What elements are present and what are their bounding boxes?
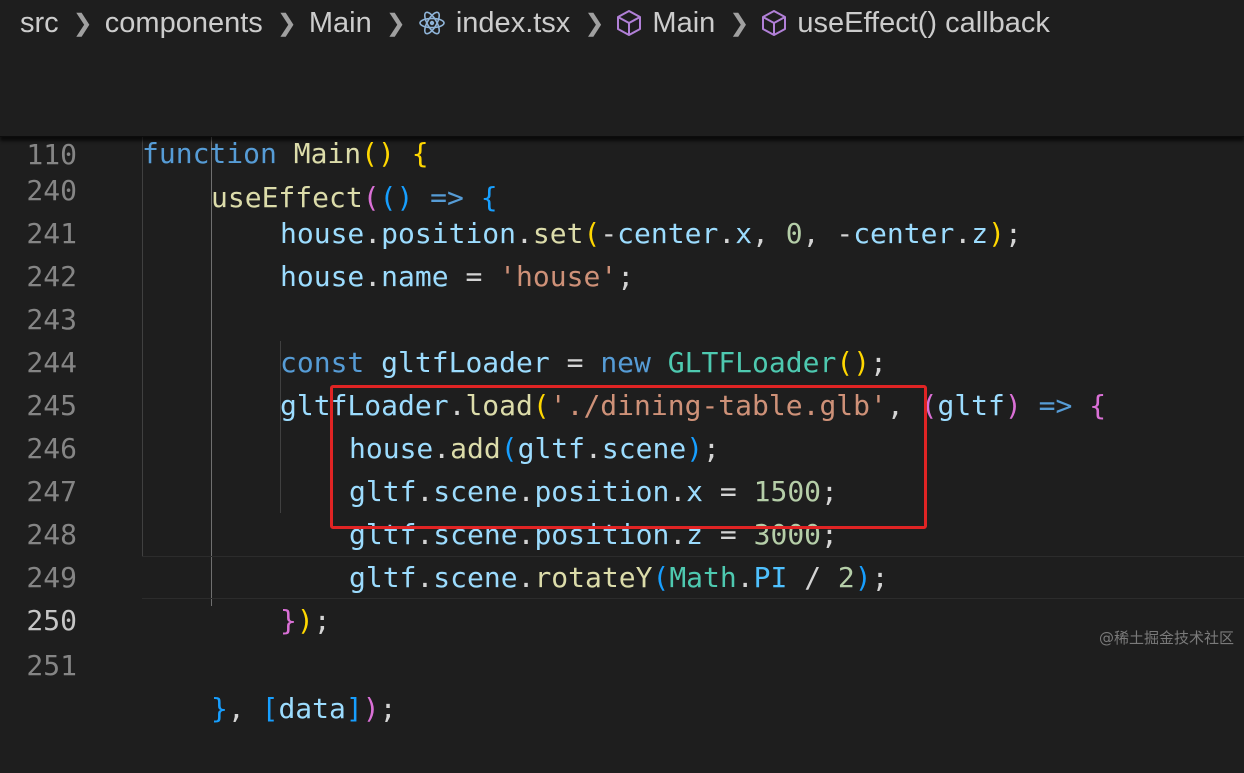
highlight-box xyxy=(330,385,927,529)
react-icon xyxy=(418,9,446,37)
breadcrumb-main-folder-label: Main xyxy=(308,6,372,39)
code-line-242[interactable]: 242 xyxy=(0,212,1244,293)
line-number: 251 xyxy=(26,649,77,682)
code-line-244[interactable]: 244 gltfLoader.load('./dining-table.glb'… xyxy=(0,298,1244,422)
sticky-line-110[interactable]: 110 useEffect(() => { xyxy=(0,90,1244,214)
code-line-251[interactable]: 251 }, [data]); xyxy=(0,601,1244,725)
breadcrumb-file[interactable]: index.tsx xyxy=(418,7,570,40)
code-line-243[interactable]: 243 const gltfLoader = new GLTFLoader(); xyxy=(0,255,1244,379)
code-text: }, [data]); xyxy=(211,692,397,725)
cube-icon xyxy=(616,9,642,37)
line-number: 110 xyxy=(26,138,77,171)
breadcrumb-symbol-useeffect-label: useEffect() callback xyxy=(797,6,1050,39)
breadcrumb: src ❯ components ❯ Main ❯ index.tsx ❯ Ma… xyxy=(0,0,1244,46)
breadcrumb-components[interactable]: components xyxy=(105,7,263,40)
sticky-line-49[interactable]: 49 function Main() { xyxy=(0,46,1244,170)
code-line-245[interactable]: 245 house.add(gltf.scene); xyxy=(0,341,1244,465)
breadcrumb-file-label: index.tsx xyxy=(455,6,571,39)
chevron-right-icon: ❯ xyxy=(584,9,605,37)
cube-icon xyxy=(761,9,787,37)
breadcrumb-src[interactable]: src xyxy=(20,7,59,40)
code-text: function Main() { xyxy=(142,137,429,170)
breadcrumb-symbol-useeffect[interactable]: useEffect() callback xyxy=(761,7,1050,40)
breadcrumb-symbol-main-label: Main xyxy=(652,6,716,39)
code-line-241[interactable]: 241 house.name = 'house'; xyxy=(0,169,1244,293)
sticky-scroll[interactable]: 49 function Main() { 110 useEffect(() =>… xyxy=(0,46,1244,214)
code-line-250[interactable]: 250 xyxy=(0,556,1244,637)
breadcrumb-symbol-main[interactable]: Main xyxy=(616,7,715,40)
code-text: useEffect(() => { xyxy=(211,181,498,214)
chevron-right-icon: ❯ xyxy=(729,9,750,37)
chevron-right-icon: ❯ xyxy=(385,9,406,37)
chevron-right-icon: ❯ xyxy=(276,9,297,37)
watermark: @稀土掘金技术社区 xyxy=(1098,629,1234,647)
breadcrumb-src-label: src xyxy=(20,6,59,39)
breadcrumb-components-label: components xyxy=(104,6,263,39)
chevron-right-icon: ❯ xyxy=(72,9,93,37)
breadcrumb-main-folder[interactable]: Main xyxy=(309,7,372,40)
